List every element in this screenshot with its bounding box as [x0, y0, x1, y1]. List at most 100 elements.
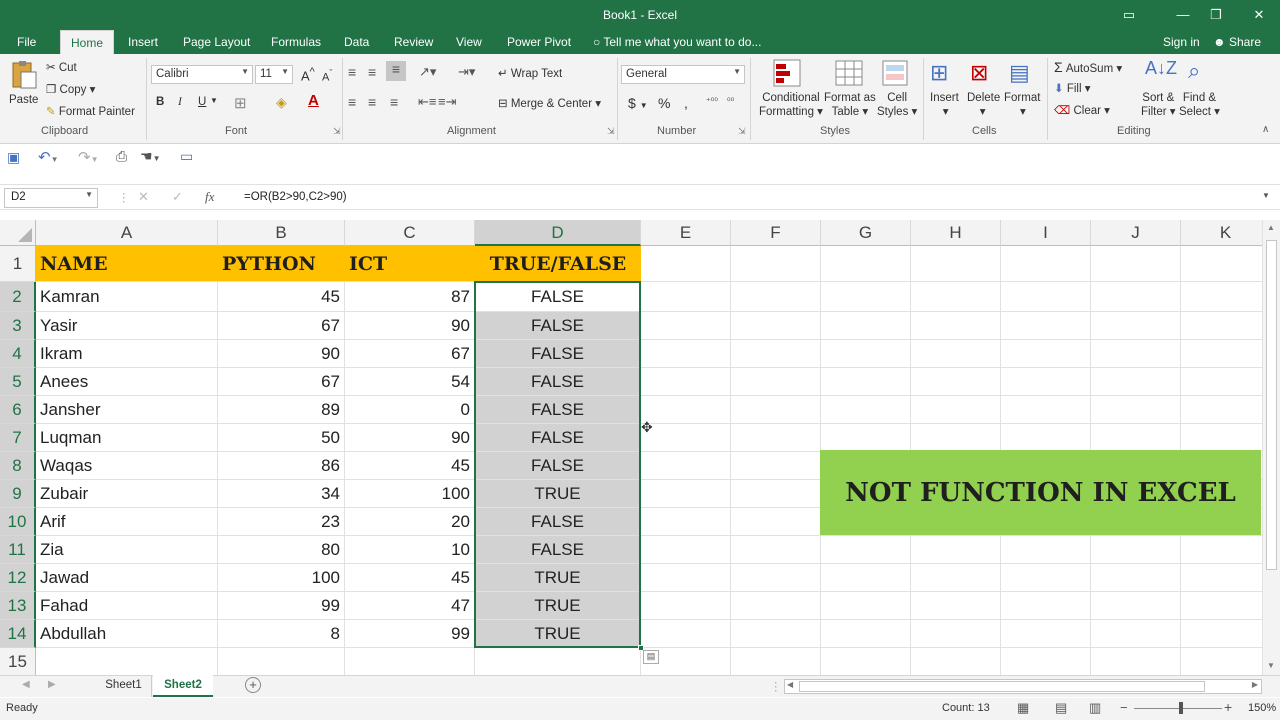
- header-cell[interactable]: NAME: [36, 246, 218, 282]
- sheet-tab-sheet1[interactable]: Sheet1: [96, 676, 152, 697]
- cell[interactable]: [821, 246, 911, 282]
- python-score-cell[interactable]: 86: [218, 452, 345, 480]
- cell[interactable]: [821, 312, 911, 340]
- wrap-text-button[interactable]: ↵ Wrap Text: [498, 66, 562, 80]
- ict-score-cell[interactable]: 20: [345, 508, 475, 536]
- result-cell[interactable]: TRUE: [475, 480, 641, 508]
- magnifier-icon[interactable]: ⌕: [1188, 58, 1200, 84]
- python-score-cell[interactable]: 99: [218, 592, 345, 620]
- column-header[interactable]: J: [1091, 220, 1181, 246]
- python-score-cell[interactable]: 89: [218, 396, 345, 424]
- orientation-icon[interactable]: ↗▾: [419, 64, 436, 80]
- cell[interactable]: [731, 368, 821, 396]
- cell[interactable]: [641, 340, 731, 368]
- name-cell[interactable]: Jansher: [36, 396, 218, 424]
- scroll-down-icon[interactable]: ▼: [1267, 661, 1275, 670]
- quick-analysis-icon[interactable]: ▤: [643, 650, 659, 664]
- align-middle-icon[interactable]: ≡: [368, 64, 376, 80]
- number-format-select[interactable]: General ▼: [621, 65, 745, 84]
- cell[interactable]: [36, 648, 218, 675]
- cell[interactable]: [731, 424, 821, 452]
- tab-data[interactable]: Data: [344, 35, 369, 49]
- cell[interactable]: [1181, 620, 1262, 648]
- ict-score-cell[interactable]: 47: [345, 592, 475, 620]
- clear-button[interactable]: ⌫ Clear ▾: [1054, 103, 1110, 117]
- ict-score-cell[interactable]: 100: [345, 480, 475, 508]
- cell[interactable]: [1091, 396, 1181, 424]
- ict-score-cell[interactable]: 0: [345, 396, 475, 424]
- cell[interactable]: [1001, 564, 1091, 592]
- cell[interactable]: [911, 396, 1001, 424]
- python-score-cell[interactable]: 23: [218, 508, 345, 536]
- maximize-button[interactable]: ❐: [1205, 6, 1227, 24]
- cell[interactable]: [911, 648, 1001, 675]
- cell[interactable]: [731, 452, 821, 480]
- underline-button[interactable]: U: [198, 96, 206, 108]
- cell[interactable]: [345, 648, 475, 675]
- enter-icon[interactable]: ✓: [172, 189, 183, 205]
- font-name-select[interactable]: Calibri ▼: [151, 65, 253, 84]
- cell[interactable]: [1181, 648, 1262, 675]
- normal-view-icon[interactable]: ▦: [1017, 700, 1029, 716]
- result-cell[interactable]: FALSE: [475, 312, 641, 340]
- row-header[interactable]: 15: [0, 648, 36, 675]
- collapse-ribbon-icon[interactable]: ∧: [1262, 124, 1269, 135]
- row-header[interactable]: 4: [0, 340, 36, 368]
- cell[interactable]: [641, 424, 731, 452]
- cell[interactable]: [1181, 592, 1262, 620]
- cell[interactable]: [1001, 648, 1091, 675]
- cell[interactable]: [911, 592, 1001, 620]
- cell[interactable]: [731, 648, 821, 675]
- insert-function-button[interactable]: fx: [205, 189, 214, 205]
- row-header[interactable]: 7: [0, 424, 36, 452]
- worksheet-grid[interactable]: A B C D E F G H I J K 1 2 3 4 5 6 7 8 9 10 11 12 13 14 15 NAME PYTH…: [0, 220, 1262, 675]
- font-dialog-launcher-icon[interactable]: ⇲: [333, 126, 341, 137]
- cell[interactable]: [1001, 592, 1091, 620]
- cell[interactable]: [731, 564, 821, 592]
- delete-cells-icon[interactable]: ⊠: [970, 60, 988, 86]
- font-size-select[interactable]: 11 ▼: [255, 65, 293, 84]
- zoom-slider-thumb[interactable]: [1179, 702, 1183, 714]
- column-header[interactable]: K: [1181, 220, 1262, 246]
- result-cell[interactable]: TRUE: [475, 620, 641, 648]
- result-cell[interactable]: FALSE: [475, 368, 641, 396]
- cell[interactable]: [1001, 536, 1091, 564]
- row-header[interactable]: 11: [0, 536, 36, 564]
- cell[interactable]: [641, 508, 731, 536]
- cell[interactable]: [821, 592, 911, 620]
- cell[interactable]: [1001, 246, 1091, 282]
- page-layout-view-icon[interactable]: ▤: [1055, 700, 1067, 716]
- cell[interactable]: [821, 536, 911, 564]
- borders-icon[interactable]: ⊞: [234, 94, 247, 112]
- page-break-view-icon[interactable]: ▥: [1089, 700, 1101, 716]
- row-header[interactable]: 12: [0, 564, 36, 592]
- result-cell[interactable]: FALSE: [475, 536, 641, 564]
- conditional-formatting-button[interactable]: Conditional Formatting ▾: [759, 92, 823, 118]
- cell[interactable]: [821, 648, 911, 675]
- row-header[interactable]: 3: [0, 312, 36, 340]
- cell[interactable]: [1181, 282, 1262, 312]
- name-cell[interactable]: Zubair: [36, 480, 218, 508]
- indent-icon[interactable]: ⇥▾: [458, 64, 475, 80]
- align-top-icon[interactable]: ≡: [348, 64, 356, 80]
- ict-score-cell[interactable]: 45: [345, 452, 475, 480]
- vertical-scrollbar[interactable]: ▲ ▼: [1262, 220, 1280, 675]
- undo-icon[interactable]: ↶▼: [38, 148, 59, 166]
- horizontal-scrollbar[interactable]: ◀ ▶: [784, 679, 1262, 694]
- cell[interactable]: [1181, 312, 1262, 340]
- format-cells-button[interactable]: Format ▾: [1004, 92, 1040, 118]
- header-cell[interactable]: TRUE/FALSE: [475, 246, 641, 282]
- name-cell[interactable]: Arif: [36, 508, 218, 536]
- cell[interactable]: [1181, 396, 1262, 424]
- tab-file[interactable]: File: [17, 35, 36, 49]
- alignment-dialog-launcher-icon[interactable]: ⇲: [607, 126, 615, 137]
- row-header[interactable]: 14: [0, 620, 36, 648]
- cell[interactable]: [911, 246, 1001, 282]
- cell[interactable]: [1001, 620, 1091, 648]
- result-cell[interactable]: FALSE: [475, 340, 641, 368]
- column-header[interactable]: I: [1001, 220, 1091, 246]
- column-header[interactable]: E: [641, 220, 731, 246]
- cell[interactable]: [1181, 368, 1262, 396]
- cell[interactable]: [641, 620, 731, 648]
- bold-button[interactable]: B: [156, 96, 164, 108]
